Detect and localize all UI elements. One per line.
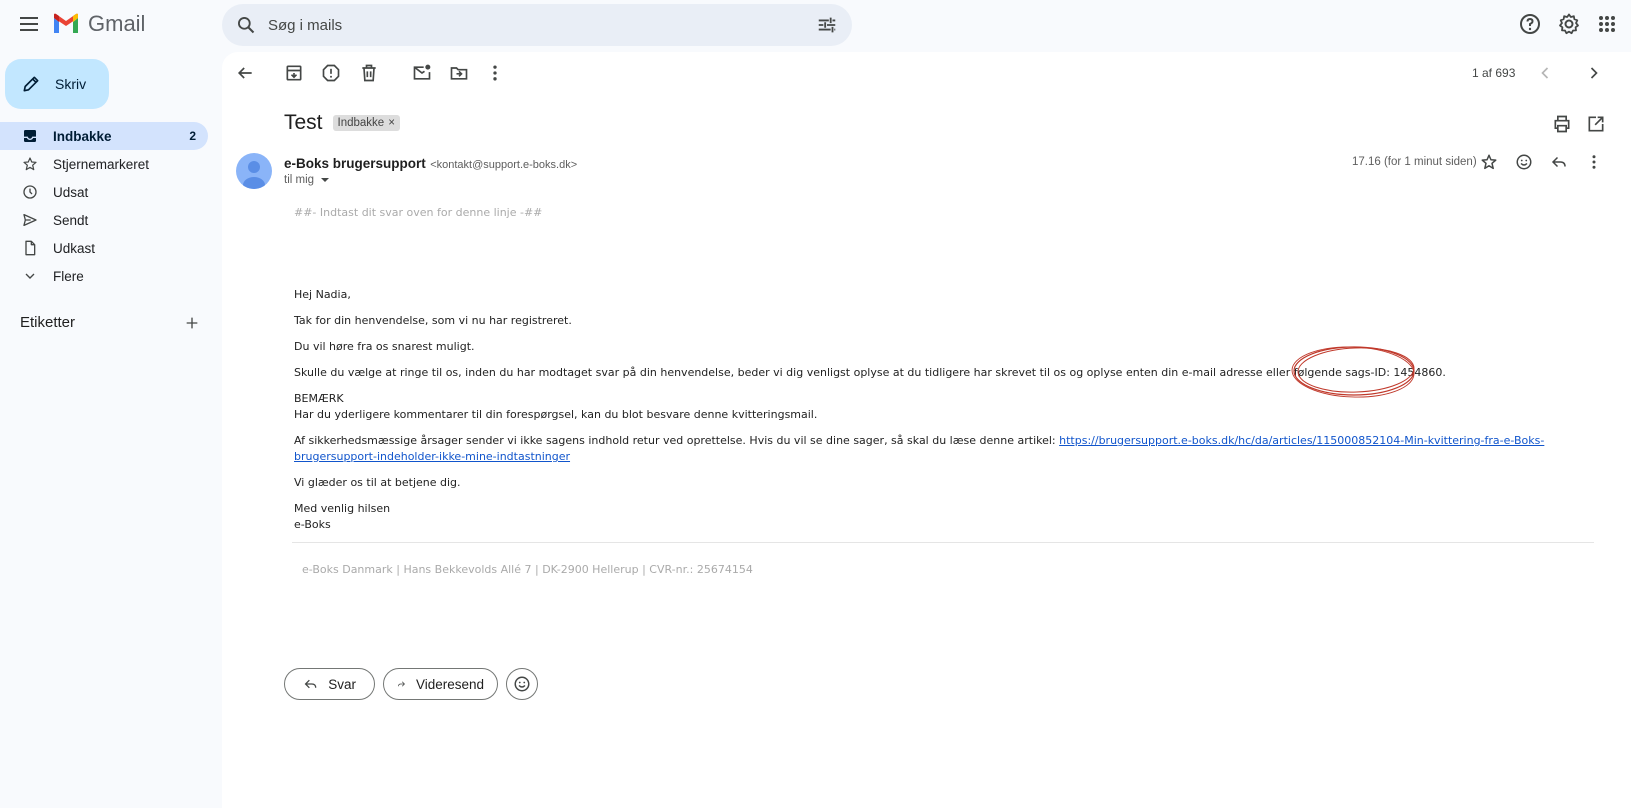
label-chip[interactable]: Indbakke × — [332, 115, 400, 131]
chevron-down-icon — [25, 273, 35, 279]
note-text: Har du yderligere kommentarer til din fo… — [294, 408, 818, 421]
app-name: Gmail — [88, 11, 146, 36]
move-to-icon[interactable] — [449, 63, 469, 83]
compose-button[interactable]: Skriv — [5, 59, 109, 109]
star-icon[interactable] — [1480, 153, 1500, 173]
mark-unread-icon[interactable] — [412, 63, 432, 83]
forward-button[interactable]: Videresend — [383, 668, 498, 700]
pagination-text: 1 af 693 — [1472, 66, 1516, 80]
annotation-circle — [1291, 346, 1415, 398]
newer-chevron-icon[interactable] — [1535, 63, 1555, 83]
sidebar-item-label: Sendt — [53, 212, 89, 228]
sidebar-item-sent[interactable]: Sendt — [0, 206, 208, 234]
greeting: Hej Nadia, — [294, 288, 351, 301]
trash-icon[interactable] — [359, 63, 379, 83]
labels-heading: Etiketter — [20, 314, 76, 331]
recipient-line[interactable]: til mig — [284, 174, 330, 186]
email-subject: Test — [284, 111, 323, 134]
note-title: BEMÆRK — [294, 392, 344, 405]
reply-button[interactable]: Svar — [284, 668, 375, 700]
sidebar-item-label: Indbakke — [53, 128, 112, 144]
open-new-window-icon[interactable] — [1586, 114, 1606, 134]
star-icon — [23, 157, 37, 171]
sender-name[interactable]: e-Boks brugersupport — [284, 156, 426, 171]
caret-down-icon[interactable] — [320, 175, 330, 185]
back-arrow-icon[interactable] — [235, 63, 255, 83]
help-icon[interactable] — [1518, 12, 1542, 36]
archive-icon[interactable] — [284, 63, 304, 83]
compose-label: Skriv — [55, 76, 87, 92]
search-bar[interactable] — [222, 4, 852, 46]
sidebar-item-starred[interactable]: Stjernemarkeret — [0, 150, 208, 178]
sidebar-item-more[interactable]: Flere — [0, 262, 208, 290]
sender-email: <kontakt@support.e-boks.dk> — [430, 159, 578, 171]
paragraph-3: Skulle du vælge at ringe til os, inden d… — [294, 366, 1446, 379]
remove-label-icon[interactable]: × — [388, 117, 395, 129]
paragraph-2: Du vil høre fra os snarest muligt. — [294, 340, 475, 353]
settings-gear-icon[interactable] — [1557, 12, 1581, 36]
gmail-logo[interactable]: Gmail — [52, 11, 145, 37]
reply-icon[interactable] — [1550, 153, 1570, 173]
reply-icon — [304, 679, 317, 689]
sidebar-item-label: Flere — [53, 268, 84, 284]
sidebar-item-inbox[interactable]: Indbakke 2 — [0, 122, 208, 150]
sidebar-item-label: Stjernemarkeret — [53, 156, 150, 172]
emoji-reaction-icon[interactable] — [1515, 153, 1535, 173]
paragraph-4: Af sikkerhedsmæssige årsager sender vi i… — [294, 433, 1594, 465]
gmail-m-icon — [54, 13, 78, 33]
send-icon — [23, 214, 37, 226]
email-footer: e-Boks Danmark | Hans Bekkevolds Allé 7 … — [302, 563, 753, 576]
main-menu-icon[interactable] — [17, 12, 41, 36]
pencil-icon — [23, 76, 39, 92]
search-input[interactable] — [268, 16, 816, 34]
reply-above-line: ##- Indtast dit svar oven for denne linj… — [294, 206, 543, 219]
search-options-icon[interactable] — [816, 14, 838, 36]
older-chevron-icon[interactable] — [1584, 63, 1604, 83]
message-more-icon[interactable] — [1585, 153, 1605, 173]
report-spam-icon[interactable] — [321, 63, 341, 83]
sidebar-nav: Indbakke 2 Stjernemarkeret Udsat Sendt U… — [0, 122, 208, 290]
unread-count: 2 — [189, 129, 196, 143]
forward-label: Videresend — [415, 676, 484, 692]
sidebar-item-label: Udkast — [53, 240, 96, 256]
sidebar-item-label: Udsat — [53, 184, 89, 200]
footer-divider — [292, 542, 1594, 543]
emoji-react-button[interactable] — [506, 668, 538, 700]
draft-icon — [25, 240, 36, 256]
email-time: 17.16 (for 1 minut siden) — [1352, 156, 1477, 168]
to-me-text: til mig — [284, 174, 315, 186]
subject-row: Test Indbakke × — [284, 111, 400, 135]
label-chip-text: Indbakke — [337, 117, 385, 129]
sidebar-item-snoozed[interactable]: Udsat — [0, 178, 208, 206]
signoff: Med venlig hilsen — [294, 502, 391, 515]
paragraph-1: Tak for din henvendelse, som vi nu har r… — [294, 314, 572, 327]
smiley-icon — [514, 676, 530, 692]
more-vert-icon[interactable] — [485, 63, 505, 83]
labels-section: Etiketter — [20, 314, 200, 331]
reply-label: Svar — [328, 676, 356, 692]
sidebar-item-drafts[interactable]: Udkast — [0, 234, 208, 262]
paragraph-4-text: Af sikkerhedsmæssige årsager sender vi i… — [294, 434, 1060, 447]
search-icon[interactable] — [236, 15, 256, 35]
apps-grid-icon[interactable] — [1595, 12, 1619, 36]
print-icon[interactable] — [1552, 114, 1572, 134]
clock-icon — [23, 185, 37, 199]
sender-line: e-Boks brugersupport <kontakt@support.e-… — [284, 155, 577, 173]
sender-avatar[interactable] — [236, 153, 272, 189]
inbox-icon — [24, 130, 36, 142]
forward-icon — [398, 681, 405, 687]
paragraph-5: Vi glæder os til at betjene dig. — [294, 476, 461, 489]
signature: e-Boks — [294, 518, 331, 531]
add-label-icon[interactable] — [184, 315, 200, 331]
